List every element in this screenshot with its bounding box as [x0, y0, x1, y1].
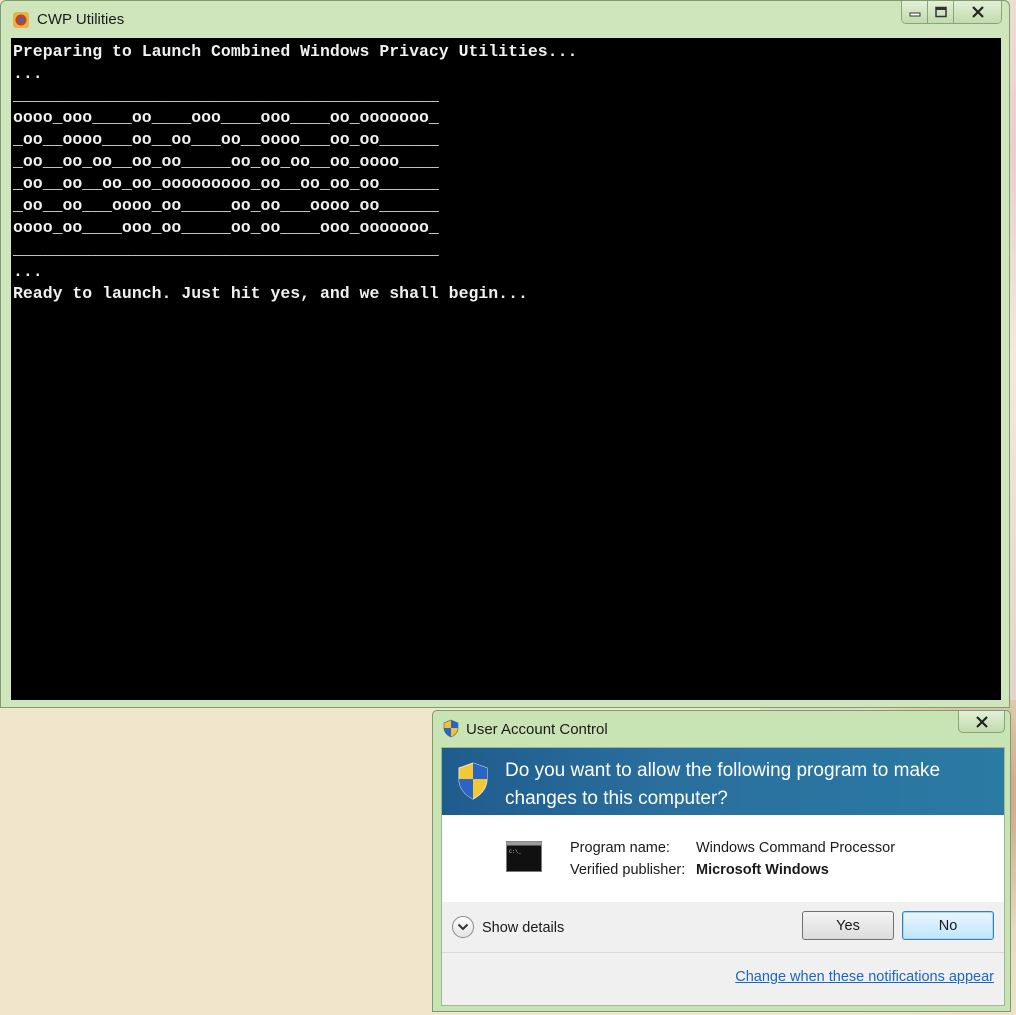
minimize-button[interactable] — [902, 1, 928, 23]
svg-text:C:\_: C:\_ — [509, 849, 522, 855]
uac-question: Do you want to allow the following progr… — [505, 760, 941, 809]
no-button[interactable]: No — [902, 911, 994, 940]
uac-body: Do you want to allow the following progr… — [441, 747, 1005, 1006]
close-button[interactable] — [954, 1, 1001, 23]
cwp-app-icon — [13, 12, 29, 28]
program-info-panel: C:\_ Program name: Windows Command Proce… — [442, 815, 1004, 902]
program-name-row: Program name: Windows Command Processor — [570, 840, 895, 856]
uac-dialog: User Account Control Do you want to allo… — [432, 710, 1011, 1012]
minimize-icon — [909, 12, 920, 17]
console-output-text: Preparing to Launch Combined Windows Pri… — [13, 42, 578, 303]
program-name-value: Windows Command Processor — [696, 840, 896, 856]
uac-actions: Show details Yes No — [442, 902, 1004, 953]
publisher-label: Verified publisher: — [570, 862, 686, 878]
yes-button[interactable]: Yes — [802, 911, 894, 940]
close-icon — [971, 6, 984, 18]
show-details-toggle[interactable] — [452, 916, 474, 938]
console-window: CWP Utilities Preparing to Launch Combin… — [0, 0, 1010, 708]
security-shield-icon — [458, 762, 488, 800]
close-icon — [975, 715, 988, 728]
maximize-button[interactable] — [928, 1, 954, 23]
publisher-value: Microsoft Windows — [696, 862, 829, 878]
publisher-row: Verified publisher: Microsoft Windows — [570, 862, 829, 878]
uac-titlebar[interactable]: User Account Control — [433, 711, 1010, 741]
change-notifications-link[interactable]: Change when these notifications appear — [735, 969, 994, 985]
chevron-down-icon — [457, 923, 469, 931]
uac-title: User Account Control — [466, 721, 608, 738]
uac-footer: Change when these notifications appear — [442, 953, 1004, 1005]
show-details-label[interactable]: Show details — [482, 920, 564, 936]
maximize-icon — [934, 6, 947, 18]
uac-close-button[interactable] — [958, 711, 1005, 733]
uac-header: Do you want to allow the following progr… — [442, 748, 1004, 815]
console-output-area[interactable]: Preparing to Launch Combined Windows Pri… — [11, 38, 1001, 700]
uac-shield-icon — [443, 719, 459, 738]
command-prompt-icon: C:\_ — [506, 841, 542, 872]
window-title: CWP Utilities — [37, 11, 125, 28]
window-titlebar[interactable]: CWP Utilities — [1, 1, 1009, 37]
caption-buttons — [901, 1, 1002, 24]
program-name-label: Program name: — [570, 840, 670, 856]
